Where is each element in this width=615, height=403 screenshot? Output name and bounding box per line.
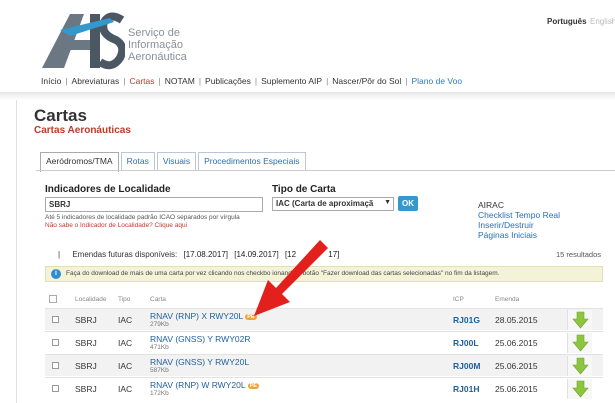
download-button[interactable] (567, 379, 592, 399)
page-title: Cartas (34, 106, 87, 125)
indicadores-label: Indicadores de Localidade (45, 184, 171, 195)
results-count: 15 resultados (556, 250, 602, 259)
page-subtitle: Cartas Aeronáuticas (34, 125, 131, 136)
indicador-help-link[interactable]: Não sabe o Indicador de Localidade? Cliq… (45, 222, 187, 229)
tipo-carta-select[interactable]: IAC (Carta de aproximaçã ▼ (272, 197, 394, 211)
tab-visuais[interactable]: Visuais (156, 152, 197, 171)
airac-title: AIRAC (478, 200, 504, 210)
download-arrow-icon (572, 357, 589, 375)
airac-paginas-link[interactable]: Páginas Iniciais (478, 230, 537, 240)
content-border (16, 100, 17, 403)
row-tipo: IAC (118, 338, 133, 348)
tipo-carta-label: Tipo de Carta (272, 184, 336, 195)
row-checkbox[interactable] (52, 385, 59, 392)
nav-inicio[interactable]: Início (38, 76, 64, 86)
tab-bar: Aeródromos/TMA Rotas Visuais Procediment… (40, 152, 308, 172)
row-localidade: SBRJ (75, 338, 97, 348)
indicadores-hint: Até 5 indicadores de localidade padrão I… (45, 214, 240, 221)
row-tipo: IAC (118, 384, 133, 394)
row-carta-link[interactable]: RNAV (RNP) W RWY20L PE (150, 380, 259, 390)
nav-suplemento-aip[interactable]: Suplemento AIP (258, 76, 325, 86)
airac-checklist-link[interactable]: Checklist Tempo Real (478, 210, 560, 220)
row-emenda: 25.06.2015 (495, 361, 538, 371)
download-button[interactable] (567, 310, 592, 330)
row-carta-link[interactable]: RNAV (GNSS) Y RWY02R (150, 334, 250, 344)
table-row: SBRJ IAC RNAV (GNSS) Y RWY02R 471Kb RJ00… (45, 331, 603, 353)
language-en-link[interactable]: English (590, 17, 615, 26)
table-row: SBRJ IAC RNAV (RNP) W RWY20L PE 172Kb RJ0… (45, 377, 603, 399)
row-tipo: IAC (118, 361, 133, 371)
download-arrow-icon (572, 380, 589, 398)
nav-abreviaturas[interactable]: Abreviaturas (69, 76, 123, 86)
download-button[interactable] (567, 333, 592, 353)
row-icp-link[interactable]: RJ01H (453, 384, 479, 394)
row-size: 172Kb (150, 390, 169, 397)
logo-text: Serviço de Informação Aeronáutica (128, 27, 187, 63)
table-row: SBRJ IAC RNAV (GNSS) Y RWY20L 587Kb RJ00… (45, 354, 603, 376)
header-carta: Carta (150, 296, 166, 303)
download-arrow-icon (572, 334, 589, 352)
tab-divider (36, 170, 615, 171)
header-localidade: Localidade (75, 296, 107, 303)
row-checkbox[interactable] (52, 339, 59, 346)
main-nav: Início | Abreviaturas | Cartas | NOTAM |… (38, 75, 465, 87)
pe-badge: PE (247, 383, 259, 389)
emendas-label: Emendas futuras disponíveis: (72, 250, 178, 259)
row-carta-link[interactable]: RNAV (GNSS) Y RWY20L (150, 357, 249, 367)
row-tipo: IAC (118, 315, 133, 325)
tipo-carta-value: IAC (Carta de aproximaçã (276, 199, 374, 208)
nav-plano-de-voo[interactable]: Plano de Voo (408, 76, 465, 86)
row-icp-link[interactable]: RJ01G (453, 315, 480, 325)
header-icp: ICP (453, 296, 464, 303)
download-button[interactable] (567, 356, 592, 376)
nav-nascer-por-do-sol[interactable]: Nascer/Pôr do Sol (329, 76, 404, 86)
row-size: 471Kb (150, 344, 169, 351)
chevron-down-icon: ▼ (384, 199, 391, 206)
row-localidade: SBRJ (75, 361, 97, 371)
row-emenda: 25.06.2015 (495, 384, 538, 394)
header-emenda: Emenda (495, 296, 520, 303)
red-annotation-arrow-icon (254, 240, 328, 316)
row-size: 587Kb (150, 367, 169, 374)
download-arrow-icon (572, 311, 589, 329)
header-shadow (0, 92, 615, 100)
row-icp-link[interactable]: RJ00L (453, 338, 479, 348)
site-header: Serviço de Informação Aeronáutica Portug… (0, 0, 615, 92)
tab-aerodromos-tma[interactable]: Aeródromos/TMA (40, 152, 119, 172)
tab-rotas[interactable]: Rotas (120, 152, 155, 171)
nav-notam[interactable]: NOTAM (162, 76, 198, 86)
indicadores-input[interactable]: SBRJ (45, 197, 263, 212)
header-tipo: Tipo (118, 296, 131, 303)
ok-button[interactable]: OK (398, 196, 418, 211)
select-all-checkbox[interactable] (49, 295, 57, 303)
row-carta-link[interactable]: RNAV (RNP) X RWY20L PE (150, 311, 257, 321)
emenda-date-link[interactable]: [17.08.2017] (184, 250, 228, 259)
row-size: 279Kb (150, 321, 169, 328)
nav-publicacoes[interactable]: Publicações (202, 76, 254, 86)
row-emenda: 28.05.2015 (495, 315, 538, 325)
row-emenda: 25.06.2015 (495, 338, 538, 348)
airac-inserir-link[interactable]: Inserir/Destruir (478, 220, 534, 230)
row-localidade: SBRJ (75, 315, 97, 325)
emendas-bar: | (58, 250, 61, 259)
row-localidade: SBRJ (75, 384, 97, 394)
nav-cartas[interactable]: Cartas (126, 76, 157, 86)
ais-logo[interactable] (40, 10, 125, 70)
language-pt-link[interactable]: Português (547, 17, 587, 26)
info-icon: i (51, 269, 61, 279)
row-icp-link[interactable]: RJ00M (453, 361, 480, 371)
row-checkbox[interactable] (52, 316, 59, 323)
tab-procedimentos-especiais[interactable]: Procedimentos Especiais (198, 152, 306, 171)
row-checkbox[interactable] (52, 362, 59, 369)
